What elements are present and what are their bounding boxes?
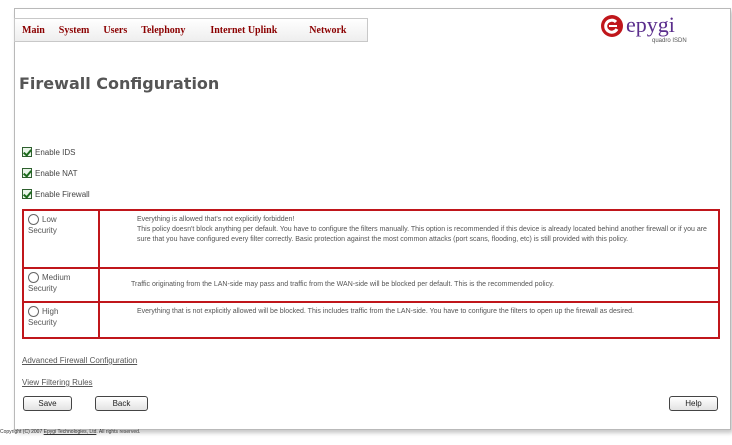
- policy-row-low: Low Security Everything is allowed that'…: [22, 209, 720, 269]
- low-security-label-1: Low: [42, 215, 57, 224]
- copyright-suffix: . All rights reserved.: [96, 429, 141, 435]
- policy-row-high: High Security Everything that is not exp…: [22, 301, 720, 339]
- enable-firewall-label: Enable Firewall: [35, 189, 90, 199]
- main-menu: Main System Users Telephony Internet Upl…: [14, 18, 368, 42]
- menu-item-network[interactable]: Network: [295, 19, 366, 41]
- low-security-label-2: Security: [28, 226, 57, 235]
- medium-security-label-1: Medium: [42, 273, 71, 282]
- high-security-label-1: High: [42, 307, 59, 316]
- low-security-desc-heading: Everything is allowed that's not explici…: [137, 216, 295, 223]
- enable-nat-label: Enable NAT: [35, 168, 78, 178]
- medium-security-label-2: Security: [28, 284, 57, 293]
- enable-ids-label: Enable IDS: [35, 147, 76, 157]
- menu-item-internet-uplink[interactable]: Internet Uplink: [192, 19, 295, 41]
- view-filtering-rules-link[interactable]: View Filtering Rules: [22, 378, 93, 387]
- copyright-prefix: Copyright (C) 2007: [0, 429, 43, 435]
- menu-item-system[interactable]: System: [52, 19, 97, 41]
- logo-brand: epygi: [626, 12, 675, 37]
- copyright-footer: Copyright (C) 2007 Epygi Technologies, L…: [0, 429, 140, 435]
- high-security-radio[interactable]: [28, 306, 39, 317]
- epygi-logo: epygi quadro ISDN: [600, 10, 712, 50]
- checkbox-check-icon[interactable]: [22, 168, 32, 178]
- help-button[interactable]: Help: [669, 396, 718, 411]
- low-security-description: Everything is allowed that's not explici…: [98, 209, 720, 269]
- enable-nat-checkbox[interactable]: Enable NAT: [22, 168, 78, 178]
- company-link[interactable]: Epygi Technologies, Ltd: [44, 429, 97, 435]
- logo-subtitle: quadro ISDN: [652, 38, 687, 44]
- high-security-label-2: Security: [28, 318, 57, 327]
- checkbox-check-icon[interactable]: [22, 189, 32, 199]
- high-security-description: Everything that is not explicitly allowe…: [98, 301, 720, 339]
- low-security-desc-body: This policy doesn't block anything per d…: [137, 226, 707, 243]
- save-button[interactable]: Save: [23, 396, 72, 411]
- menu-item-telephony[interactable]: Telephony: [134, 19, 192, 41]
- epygi-logo-icon: [601, 15, 623, 37]
- policy-row-medium: Medium Security Traffic originating from…: [22, 267, 720, 303]
- advanced-firewall-link[interactable]: Advanced Firewall Configuration: [22, 356, 137, 365]
- medium-security-description: Traffic originating from the LAN-side ma…: [98, 267, 720, 303]
- medium-security-option[interactable]: Medium Security: [22, 267, 100, 303]
- menu-item-main[interactable]: Main: [15, 19, 52, 41]
- menu-item-users[interactable]: Users: [96, 19, 134, 41]
- low-security-radio[interactable]: [28, 214, 39, 225]
- back-button[interactable]: Back: [95, 396, 148, 411]
- medium-security-radio[interactable]: [28, 272, 39, 283]
- high-security-option[interactable]: High Security: [22, 301, 100, 339]
- page-title: Firewall Configuration: [19, 74, 220, 93]
- checkbox-check-icon[interactable]: [22, 147, 32, 157]
- security-policy-table: Low Security Everything is allowed that'…: [22, 209, 720, 339]
- low-security-option[interactable]: Low Security: [22, 209, 100, 269]
- enable-ids-checkbox[interactable]: Enable IDS: [22, 147, 75, 157]
- enable-firewall-checkbox[interactable]: Enable Firewall: [22, 189, 90, 199]
